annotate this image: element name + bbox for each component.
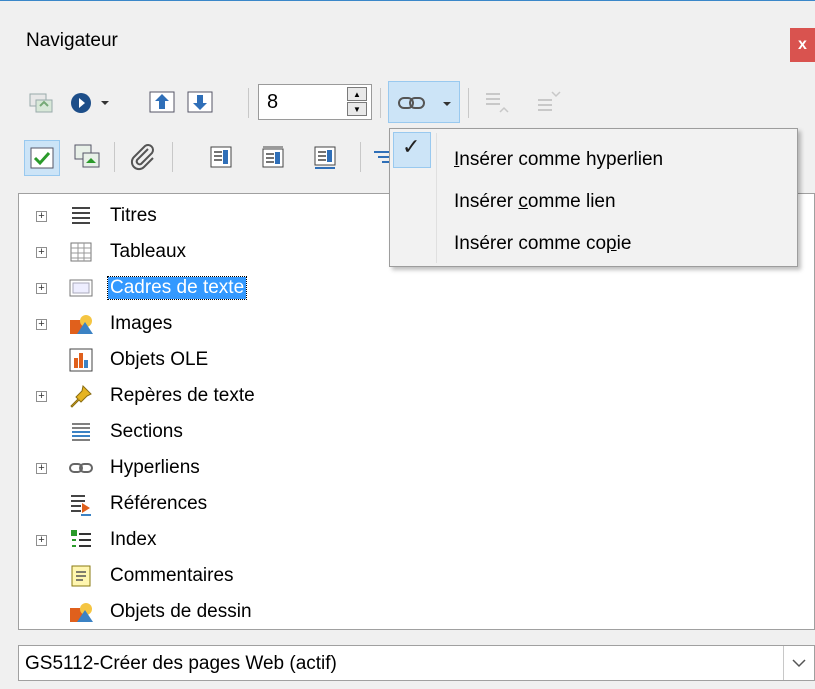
window-title: Navigateur [26, 30, 118, 51]
navigate-by-button[interactable] [64, 88, 116, 118]
toolbar-separator [172, 142, 173, 172]
ole-object-icon [69, 348, 93, 372]
expand-toggle[interactable]: + [36, 319, 47, 330]
menu-gutter-separator [436, 133, 437, 263]
reminder-icon [74, 144, 100, 168]
tree-item-label: Images [110, 313, 173, 334]
show-heading-levels-button[interactable] [368, 140, 390, 174]
headings-icon [72, 207, 90, 224]
tree-item-label: Références [110, 493, 208, 514]
page-number-spinbox[interactable]: 8 ▲ ▼ [258, 84, 372, 120]
tree-item-label: Cadres de texte [106, 276, 248, 300]
hyperlink-icon [69, 463, 93, 473]
sections-icon [72, 423, 90, 441]
image-icon [70, 315, 93, 334]
expand-toggle[interactable]: + [36, 535, 47, 546]
document-select-value: GS5112-Créer des pages Web (actif) [25, 653, 337, 674]
toggle-toolbar-button[interactable] [26, 88, 56, 118]
drag-mode-button[interactable] [388, 81, 460, 123]
content-view-icon [30, 147, 54, 169]
chapter-down-icon [262, 146, 284, 168]
toolbar-separator [360, 142, 361, 172]
menu-item-insert-as-copy[interactable]: Insérer comme copie [454, 233, 631, 255]
content-view-button[interactable] [24, 140, 60, 176]
toolbar-separator [248, 88, 249, 118]
comment-icon [71, 565, 91, 587]
page-down-icon [187, 91, 213, 113]
document-select[interactable]: GS5112-Créer des pages Web (actif) [18, 645, 815, 681]
link-chain-icon [398, 97, 425, 109]
expand-toggle[interactable]: + [36, 283, 47, 294]
tree-item-label: Index [110, 529, 157, 550]
tree-item-label: Repères de texte [110, 385, 255, 406]
text-frame-icon [69, 279, 93, 297]
promote-chapter-button[interactable] [308, 140, 342, 174]
promote-level-button[interactable] [478, 86, 514, 118]
bookmark-pin-icon [70, 384, 92, 408]
document-select-dropdown-button[interactable] [783, 646, 814, 680]
drawing-object-icon [70, 603, 93, 622]
previous-element-button[interactable] [146, 86, 178, 118]
check-icon: ✓ [402, 134, 421, 159]
heading-down-button[interactable] [256, 140, 290, 174]
expand-toggle[interactable]: + [36, 211, 47, 222]
tree-item-label: Hyperliens [110, 457, 200, 478]
chevron-down-icon [443, 102, 451, 106]
window-top-border [0, 0, 815, 1]
close-button[interactable]: x [790, 28, 815, 62]
demote-level-icon [538, 91, 561, 111]
page-up-icon [149, 91, 175, 113]
tree-item-label: Objets OLE [110, 349, 209, 370]
tree-item-label: Commentaires [110, 565, 234, 586]
toolbar-separator [468, 88, 469, 118]
set-reminder-button[interactable] [70, 140, 104, 174]
paperclip-icon [130, 144, 154, 171]
references-icon [71, 495, 91, 516]
next-element-button[interactable] [184, 86, 216, 118]
heading-levels-icon [374, 151, 390, 163]
expand-toggle[interactable]: + [36, 391, 47, 402]
toolbar-separator [114, 142, 115, 172]
tree-item-label: Objets de dessin [110, 601, 252, 622]
promote-chapter-icon [314, 146, 336, 169]
page-number-value[interactable]: 8 [267, 91, 278, 114]
spin-down-button[interactable]: ▼ [347, 102, 367, 116]
heading-up-button[interactable] [204, 140, 238, 174]
chevron-down-icon [101, 101, 109, 105]
menu-item-insert-as-link[interactable]: Insérer comme lien [454, 191, 616, 213]
toolbar-separator [380, 88, 381, 118]
content-navigation-icon [29, 93, 53, 113]
table-icon [70, 242, 92, 262]
tree-item-label: Sections [110, 421, 183, 442]
expand-toggle[interactable]: + [36, 247, 47, 258]
demote-level-button[interactable] [530, 86, 566, 118]
promote-level-icon [486, 93, 509, 113]
tree-item-label: Tableaux [110, 241, 187, 262]
spin-up-button[interactable]: ▲ [347, 87, 367, 101]
expand-toggle[interactable]: + [36, 463, 47, 474]
headings-mode-button[interactable] [124, 140, 160, 174]
menu-item-insert-as-hyperlink[interactable]: Insérer comme hyperlien [454, 149, 663, 171]
tree-item-label: Titres [110, 205, 157, 226]
index-icon [71, 530, 91, 547]
chevron-down-icon [792, 659, 806, 668]
chapter-up-icon [210, 146, 232, 168]
navigation-circle-icon [71, 93, 91, 113]
drag-mode-menu: ✓ Insérer comme hyperlien Insérer comme … [389, 128, 798, 267]
